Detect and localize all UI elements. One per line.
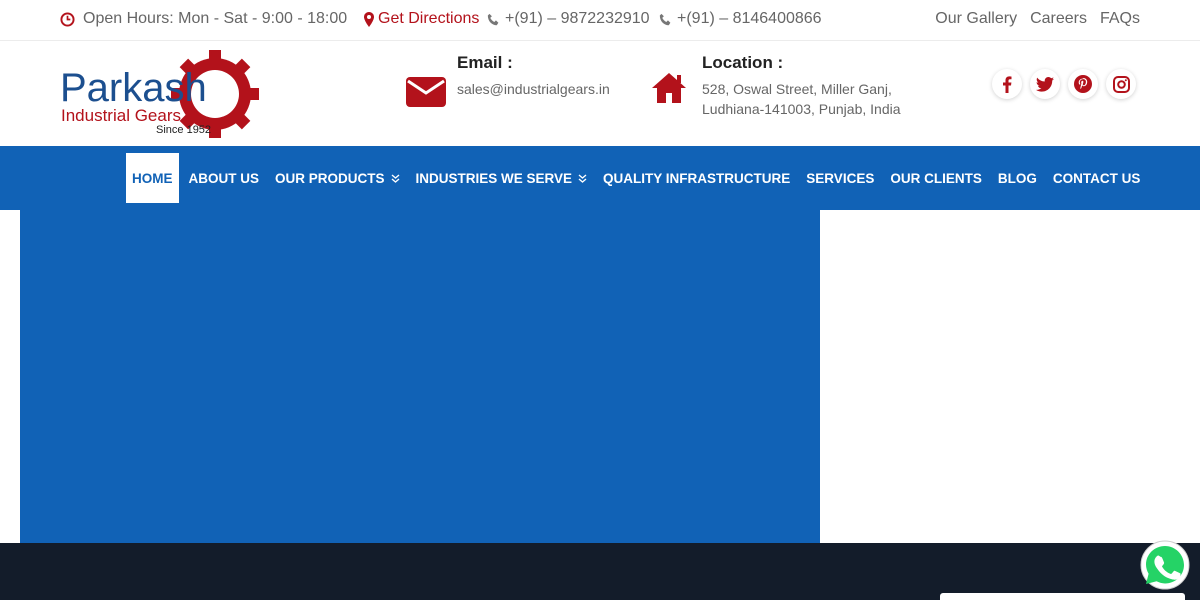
pinterest-icon[interactable]: [1068, 69, 1098, 99]
nav-item-industries-we-serve[interactable]: INDUSTRIES WE SERVE: [410, 153, 594, 203]
nav-item-blog[interactable]: BLOG: [992, 153, 1043, 203]
nav-label: CONTACT US: [1052, 170, 1141, 186]
faqs-link[interactable]: FAQs: [1100, 10, 1140, 28]
nav-label: ABOUT US: [188, 170, 260, 186]
nav-label: OUR CLIENTS: [890, 170, 982, 186]
nav-label: QUALITY INFRASTRUCTURE: [603, 170, 791, 186]
get-directions-label: Get Directions: [378, 10, 480, 27]
gallery-link[interactable]: Our Gallery: [935, 10, 1017, 28]
whatsapp-button[interactable]: [1140, 540, 1190, 590]
twitter-icon[interactable]: [1030, 69, 1060, 99]
open-hours-text: Open Hours: Mon - Sat - 9:00 - 18:00: [83, 10, 348, 27]
nav-item-our-products[interactable]: OUR PRODUCTS: [269, 153, 406, 203]
get-directions-link[interactable]: Get Directions: [364, 10, 479, 28]
nav-label: BLOG: [997, 170, 1037, 186]
nav-label: INDUSTRIES WE SERVE: [415, 170, 573, 186]
nav-item-our-clients[interactable]: OUR CLIENTS: [884, 153, 988, 203]
open-hours: Open Hours: Mon - Sat - 9:00 - 18:00: [60, 10, 347, 28]
email-title: Email :: [457, 53, 513, 72]
phone-icon: [487, 13, 500, 26]
header: Parkash Industrial Gears Since 1952 Emai…: [0, 41, 1200, 146]
careers-link[interactable]: Careers: [1030, 10, 1087, 28]
logo-name: Parkash: [60, 66, 207, 110]
hero-slider: [20, 210, 820, 543]
footer-widget: [940, 593, 1185, 603]
nav-label: HOME: [132, 170, 173, 186]
nav-item-about-us[interactable]: ABOUT US: [183, 153, 266, 203]
nav-item-home[interactable]: HOME: [126, 153, 179, 203]
phone-2[interactable]: +(91) – 8146400866: [659, 10, 822, 28]
nav-item-services[interactable]: SERVICES: [800, 153, 880, 203]
whatsapp-icon: [1140, 540, 1190, 590]
instagram-icon[interactable]: [1106, 69, 1136, 99]
top-links: Our Gallery Careers FAQs: [935, 10, 1140, 28]
phone-1-text: +(91) – 9872232910: [505, 10, 650, 27]
location-line-2: Ludhiana-141003, Punjab, India: [702, 101, 901, 117]
email-block: Email : sales@industrialgears.in: [405, 53, 610, 107]
map-marker-icon: [364, 11, 374, 27]
footer: [0, 543, 1200, 603]
chevron-down-icon: [391, 173, 400, 183]
logo-since: Since 1952: [156, 124, 211, 136]
logo-sub: Industrial Gears: [61, 106, 181, 125]
location-address: 528, Oswal Street, Miller Ganj, Ludhiana…: [702, 79, 901, 119]
location-line-1: 528, Oswal Street, Miller Ganj,: [702, 81, 892, 97]
clock-icon: [60, 11, 75, 27]
email-address[interactable]: sales@industrialgears.in: [457, 79, 610, 99]
envelope-icon: [405, 63, 447, 107]
phone-icon: [659, 13, 672, 26]
phone-1[interactable]: +(91) – 9872232910: [487, 10, 650, 28]
nav-item-quality-infrastructure[interactable]: QUALITY INFRASTRUCTURE: [597, 153, 796, 203]
nav-label: OUR PRODUCTS: [275, 170, 385, 186]
company-logo[interactable]: Parkash Industrial Gears Since 1952: [60, 49, 260, 141]
main-navigation: HOME ABOUT US OUR PRODUCTS INDUSTRIES WE…: [0, 146, 1200, 210]
top-bar: Open Hours: Mon - Sat - 9:00 - 18:00 Get…: [0, 0, 1200, 41]
home-icon: [650, 63, 692, 105]
social-links: [992, 69, 1136, 99]
phone-2-text: +(91) – 8146400866: [677, 10, 822, 27]
location-block: Location : 528, Oswal Street, Miller Gan…: [650, 53, 901, 119]
nav-label: SERVICES: [806, 170, 875, 186]
nav-item-contact-us[interactable]: CONTACT US: [1047, 153, 1147, 203]
chevron-down-icon: [578, 173, 587, 183]
location-title: Location :: [702, 53, 784, 72]
facebook-icon[interactable]: [992, 69, 1022, 99]
